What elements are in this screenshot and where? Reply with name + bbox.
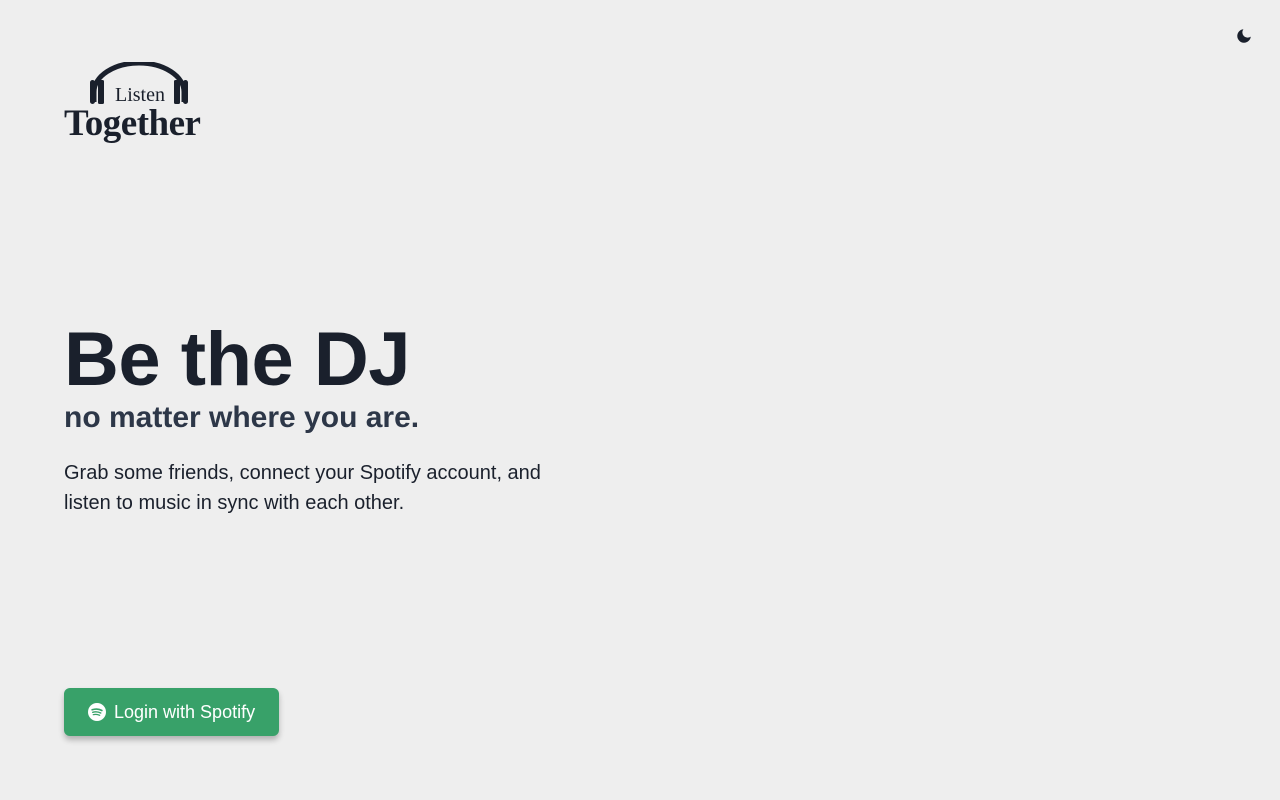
app-logo: Listen Together bbox=[64, 62, 204, 146]
moon-icon bbox=[1237, 29, 1251, 43]
hero-title: Be the DJ bbox=[64, 317, 411, 402]
logo-word-together: Together bbox=[64, 103, 201, 144]
hero-subtitle: no matter where you are. bbox=[64, 401, 420, 434]
landing-page: Listen Together Be the DJ no matter wher… bbox=[0, 0, 1280, 800]
spotify-icon bbox=[88, 703, 106, 721]
theme-toggle-button[interactable] bbox=[1232, 24, 1256, 48]
login-with-spotify-button[interactable]: Login with Spotify bbox=[64, 688, 280, 736]
hero-description: Grab some friends, connect your Spotify … bbox=[64, 462, 541, 514]
hero-section: Be the DJ no matter where you are. Grab … bbox=[64, 318, 624, 518]
login-button-label: Login with Spotify bbox=[114, 701, 256, 722]
